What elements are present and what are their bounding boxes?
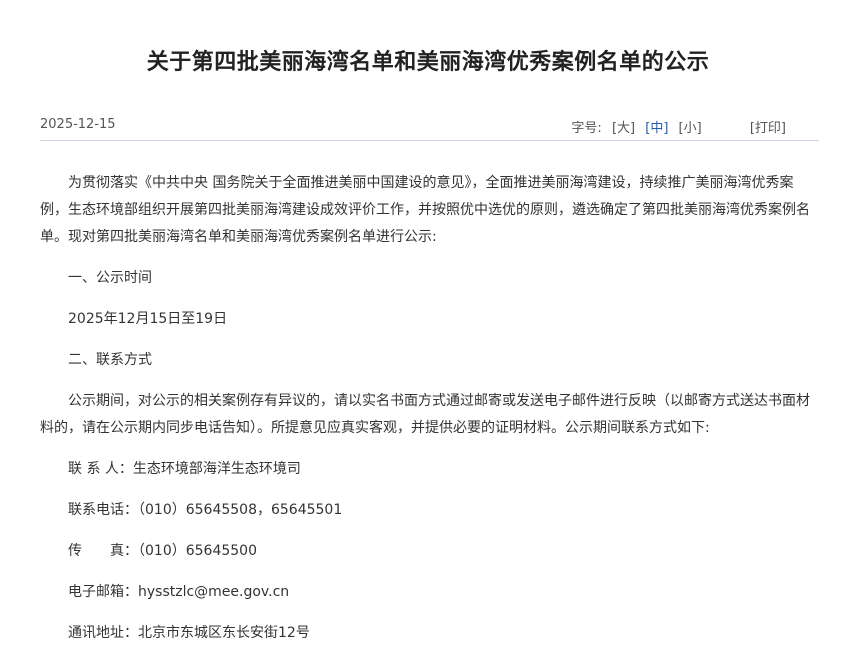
print-button[interactable]: [打印] bbox=[750, 117, 786, 136]
font-size-large-button[interactable]: [大] bbox=[612, 117, 635, 136]
page-title: 关于第四批美丽海湾名单和美丽海湾优秀案例名单的公示 bbox=[146, 50, 710, 75]
section-heading-contact: 二、联系方式 bbox=[68, 352, 152, 368]
contact-address: 通讯地址：北京市东城区东长安街12号 bbox=[68, 625, 310, 641]
article-meta-bar: 2025-12-15 字号: [大] [中] [小] [打印] bbox=[40, 112, 819, 141]
font-size-label: 字号: bbox=[571, 121, 602, 136]
contact-person: 联 系 人：生态环境部海洋生态环境司 bbox=[68, 461, 301, 477]
contact-fax: 传 真：（010）65645500 bbox=[68, 543, 257, 559]
publish-date: 2025-12-15 bbox=[40, 117, 116, 132]
section-heading-time: 一、公示时间 bbox=[68, 270, 152, 286]
contact-email: 电子邮箱：hysstzlc@mee.gov.cn bbox=[68, 584, 290, 600]
contact-instructions-paragraph: 公示期间，对公示的相关案例存有异议的，请以实名书面方式通过邮寄或发送电子邮件进行… bbox=[40, 393, 810, 436]
font-size-medium-button[interactable]: [中] bbox=[645, 117, 668, 136]
font-size-tools: 字号: [大] [中] [小] [打印] bbox=[571, 117, 786, 136]
notice-period-text: 2025年12月15日至19日 bbox=[68, 311, 228, 327]
font-size-small-button[interactable]: [小] bbox=[679, 117, 702, 136]
article-body: 为贯彻落实《中共中央 国务院关于全面推进美丽中国建设的意见》，全面推进美丽海湾建… bbox=[40, 170, 819, 647]
intro-paragraph: 为贯彻落实《中共中央 国务院关于全面推进美丽中国建设的意见》，全面推进美丽海湾建… bbox=[40, 175, 810, 245]
article-page: 关于第四批美丽海湾名单和美丽海湾优秀案例名单的公示 2025-12-15 字号:… bbox=[0, 0, 856, 649]
contact-phone: 联系电话：（010）65645508，65645501 bbox=[68, 502, 343, 518]
